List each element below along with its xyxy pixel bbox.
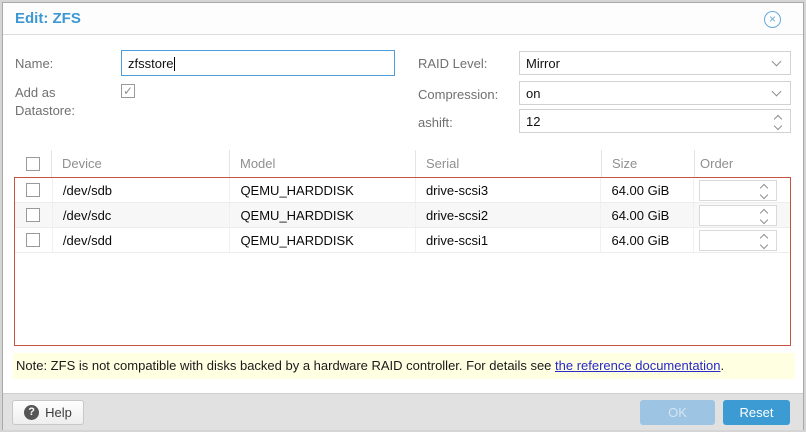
column-header-model[interactable]: Model	[230, 150, 416, 177]
add-as-datastore-checkbox[interactable]: ✓	[121, 84, 135, 98]
serial-cell: drive-scsi1	[416, 228, 602, 252]
chevron-down-icon[interactable]	[772, 86, 782, 96]
help-button-label: Help	[45, 400, 72, 425]
disk-table-body: /dev/sdb QEMU_HARDDISK drive-scsi3 64.00…	[14, 177, 791, 346]
reset-button[interactable]: Reset	[723, 400, 790, 425]
name-input[interactable]: zfsstore	[121, 50, 395, 76]
order-cell	[694, 203, 790, 227]
ashift-label: ashift:	[418, 115, 453, 130]
row-checkbox[interactable]	[26, 208, 40, 222]
ashift-spinner[interactable]: 12	[519, 109, 791, 133]
compression-label: Compression:	[418, 87, 498, 102]
model-cell: QEMU_HARDDISK	[230, 203, 416, 227]
spinner-arrows[interactable]	[761, 208, 767, 223]
row-checkbox-cell	[15, 178, 53, 202]
spinner-arrows[interactable]	[775, 114, 781, 129]
spin-down-icon[interactable]	[760, 215, 768, 223]
serial-cell: drive-scsi2	[416, 203, 602, 227]
row-checkbox[interactable]	[26, 183, 40, 197]
add-as-datastore-label-line1: Add as	[15, 85, 55, 100]
table-row[interactable]: /dev/sdc QEMU_HARDDISK drive-scsi2 64.00…	[15, 203, 790, 228]
order-spinner[interactable]	[699, 230, 777, 251]
size-cell: 64.00 GiB	[601, 203, 694, 227]
size-cell: 64.00 GiB	[601, 178, 694, 202]
ok-button[interactable]: OK	[640, 400, 715, 425]
device-cell: /dev/sdc	[53, 203, 231, 227]
order-spinner[interactable]	[699, 180, 777, 201]
reference-documentation-link[interactable]: the reference documentation	[555, 358, 721, 373]
row-checkbox-cell	[15, 228, 53, 252]
name-value: zfsstore	[128, 56, 174, 71]
table-row[interactable]: /dev/sdd QEMU_HARDDISK drive-scsi1 64.00…	[15, 228, 790, 253]
disk-table-header: Device Model Serial Size Order	[14, 150, 791, 177]
row-checkbox-cell	[15, 203, 53, 227]
column-header-order[interactable]: Order	[695, 150, 791, 177]
dialog-footer: ? Help OK Reset	[3, 393, 803, 430]
row-checkbox[interactable]	[26, 233, 40, 247]
column-header-size[interactable]: Size	[602, 150, 695, 177]
raid-level-label: RAID Level:	[418, 56, 487, 71]
screen: Edit: ZFS × Name: zfsstore Add as Datast…	[0, 0, 806, 432]
note-text: Note: ZFS is not compatible with disks b…	[16, 358, 555, 373]
table-row[interactable]: /dev/sdb QEMU_HARDDISK drive-scsi3 64.00…	[15, 178, 790, 203]
note-suffix: .	[721, 358, 725, 373]
device-cell: /dev/sdb	[53, 178, 231, 202]
close-icon[interactable]: ×	[764, 11, 781, 28]
spin-down-icon[interactable]	[774, 121, 782, 129]
order-cell	[694, 228, 790, 252]
raid-level-value: Mirror	[520, 56, 773, 71]
raid-level-combo[interactable]: Mirror	[519, 51, 791, 75]
question-circle-icon: ?	[24, 405, 39, 420]
order-spinner[interactable]	[699, 205, 777, 226]
serial-cell: drive-scsi3	[416, 178, 602, 202]
column-header-serial[interactable]: Serial	[416, 150, 602, 177]
spinner-arrows[interactable]	[761, 183, 767, 198]
ashift-value: 12	[520, 114, 775, 129]
select-all-checkbox[interactable]	[26, 157, 40, 171]
name-label: Name:	[15, 56, 53, 71]
model-cell: QEMU_HARDDISK	[230, 228, 416, 252]
compression-combo[interactable]: on	[519, 81, 791, 105]
edit-zfs-dialog: Edit: ZFS × Name: zfsstore Add as Datast…	[2, 2, 804, 430]
text-caret	[174, 57, 175, 71]
help-button[interactable]: ? Help	[12, 400, 84, 425]
add-as-datastore-label-line2: Datastore:	[15, 103, 75, 118]
device-cell: /dev/sdd	[53, 228, 231, 252]
column-header-device[interactable]: Device	[52, 150, 230, 177]
spinner-arrows[interactable]	[761, 233, 767, 248]
spin-down-icon[interactable]	[760, 240, 768, 248]
compression-value: on	[520, 86, 773, 101]
zfs-note: Note: ZFS is not compatible with disks b…	[13, 353, 795, 379]
order-cell	[694, 178, 790, 202]
model-cell: QEMU_HARDDISK	[230, 178, 416, 202]
dialog-title: Edit: ZFS	[15, 3, 81, 35]
chevron-down-icon[interactable]	[772, 56, 782, 66]
dialog-titlebar: Edit: ZFS ×	[3, 3, 803, 35]
spin-down-icon[interactable]	[760, 190, 768, 198]
select-all-checkbox-cell	[14, 150, 52, 177]
size-cell: 64.00 GiB	[601, 228, 694, 252]
